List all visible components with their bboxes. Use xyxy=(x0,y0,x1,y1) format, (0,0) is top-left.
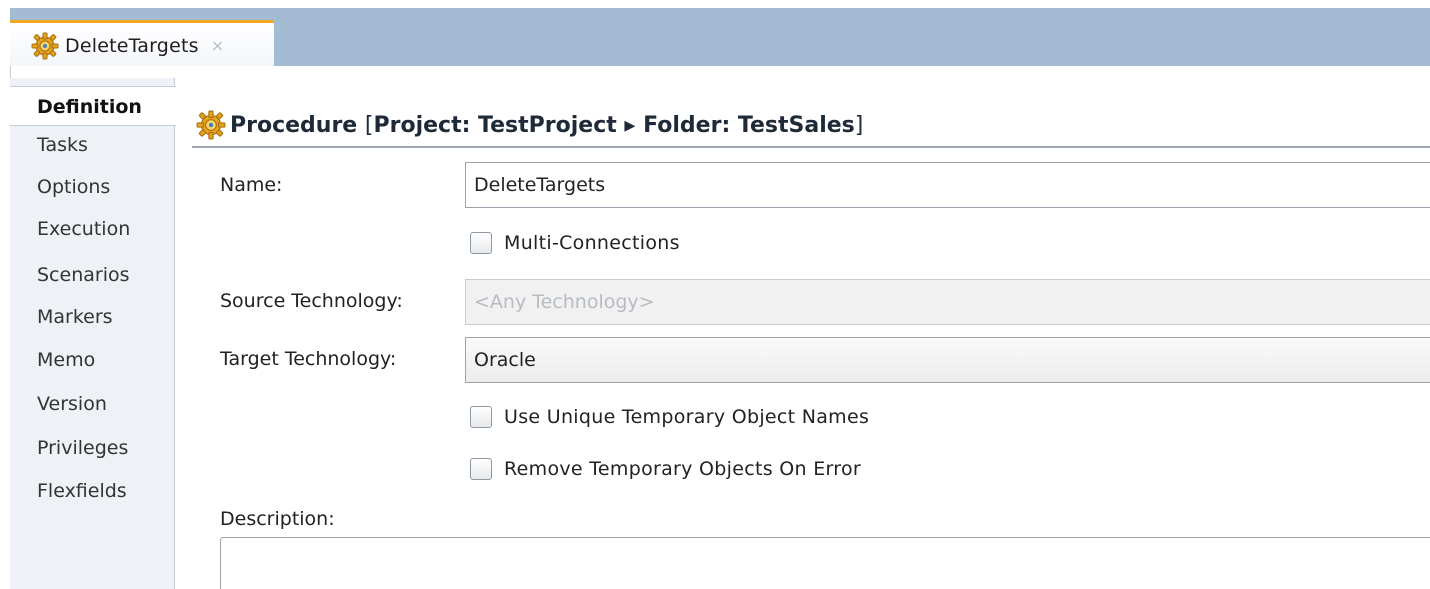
sidebar-item-options[interactable]: Options xyxy=(10,167,174,207)
editor-tab-deletetargets[interactable]: DeleteTargets × xyxy=(10,20,274,68)
name-label: Name: xyxy=(220,174,283,196)
multi-connections-label: Multi-Connections xyxy=(504,232,680,254)
remove-temp-on-error-row[interactable]: Remove Temporary Objects On Error xyxy=(470,458,861,480)
page-title-prefix: Procedure xyxy=(230,112,365,138)
sidebar-item-execution[interactable]: Execution xyxy=(10,209,174,249)
remove-temp-on-error-label: Remove Temporary Objects On Error xyxy=(504,458,862,480)
sidebar-item-flexfields[interactable]: Flexfields xyxy=(10,471,174,511)
sidebar-item-memo[interactable]: Memo xyxy=(10,340,174,380)
procedure-gear-icon xyxy=(196,110,226,140)
page-title-project-folder: Project: TestProject ▸ Folder: TestSales xyxy=(373,112,855,138)
page-title: Procedure [Project: TestProject ▸ Folder… xyxy=(230,113,863,138)
sidebar-item-definition[interactable]: Definition xyxy=(10,86,176,126)
sidebar-item-privileges[interactable]: Privileges xyxy=(10,428,174,468)
page-title-bracket-close: ] xyxy=(854,112,864,138)
target-technology-select[interactable]: Oracle xyxy=(465,337,1430,383)
remove-temp-on-error-checkbox[interactable] xyxy=(470,458,492,480)
sidebar-item-markers[interactable]: Markers xyxy=(10,297,174,337)
top-margin xyxy=(0,0,1430,8)
multi-connections-checkbox[interactable] xyxy=(470,232,492,254)
description-label: Description: xyxy=(220,508,335,530)
description-textarea[interactable] xyxy=(220,537,1430,589)
procedure-gear-icon xyxy=(31,32,59,60)
source-technology-select: <Any Technology> xyxy=(465,279,1430,325)
name-field[interactable]: DeleteTargets xyxy=(465,162,1430,208)
target-technology-label: Target Technology: xyxy=(220,348,397,370)
sidebar-item-tasks[interactable]: Tasks xyxy=(10,125,174,165)
unique-temp-names-checkbox[interactable] xyxy=(470,406,492,428)
sidebar-item-version[interactable]: Version xyxy=(10,384,174,424)
unique-temp-names-row[interactable]: Use Unique Temporary Object Names xyxy=(470,406,869,428)
panel-header: Procedure [Project: TestProject ▸ Folder… xyxy=(192,104,1430,148)
unique-temp-names-label: Use Unique Temporary Object Names xyxy=(504,406,870,428)
multi-connections-row[interactable]: Multi-Connections xyxy=(470,232,680,254)
close-icon[interactable]: × xyxy=(211,36,224,55)
editor-sidebar-nav: Definition Tasks Options Execution Scena… xyxy=(10,78,176,589)
editor-tab-label: DeleteTargets xyxy=(65,34,199,57)
sidebar-item-scenarios[interactable]: Scenarios xyxy=(10,255,174,295)
odi-editor-window: DeleteTargets × Definition Tasks Options… xyxy=(0,0,1430,589)
source-technology-label: Source Technology: xyxy=(220,290,403,312)
